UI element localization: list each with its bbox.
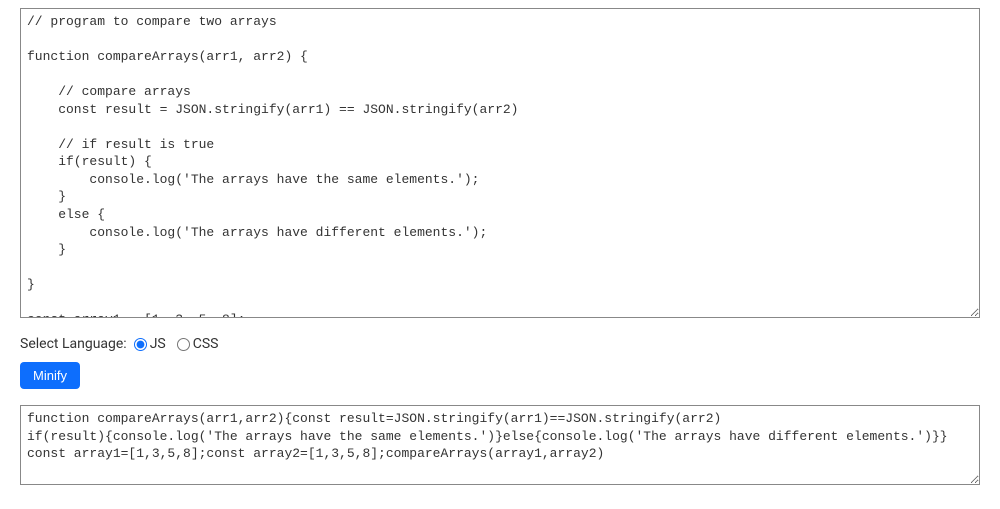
minify-button[interactable]: Minify	[20, 362, 80, 389]
source-code-input[interactable]	[20, 8, 980, 318]
language-label: Select Language:	[20, 336, 127, 352]
minified-output[interactable]	[20, 405, 980, 485]
radio-js[interactable]	[134, 338, 147, 351]
language-option-js[interactable]: JS	[134, 336, 166, 352]
radio-css-label: CSS	[193, 336, 219, 352]
language-option-css[interactable]: CSS	[177, 336, 219, 352]
radio-css[interactable]	[177, 338, 190, 351]
radio-js-label: JS	[150, 336, 166, 352]
language-selector-row: Select Language: JS CSS	[20, 336, 980, 352]
